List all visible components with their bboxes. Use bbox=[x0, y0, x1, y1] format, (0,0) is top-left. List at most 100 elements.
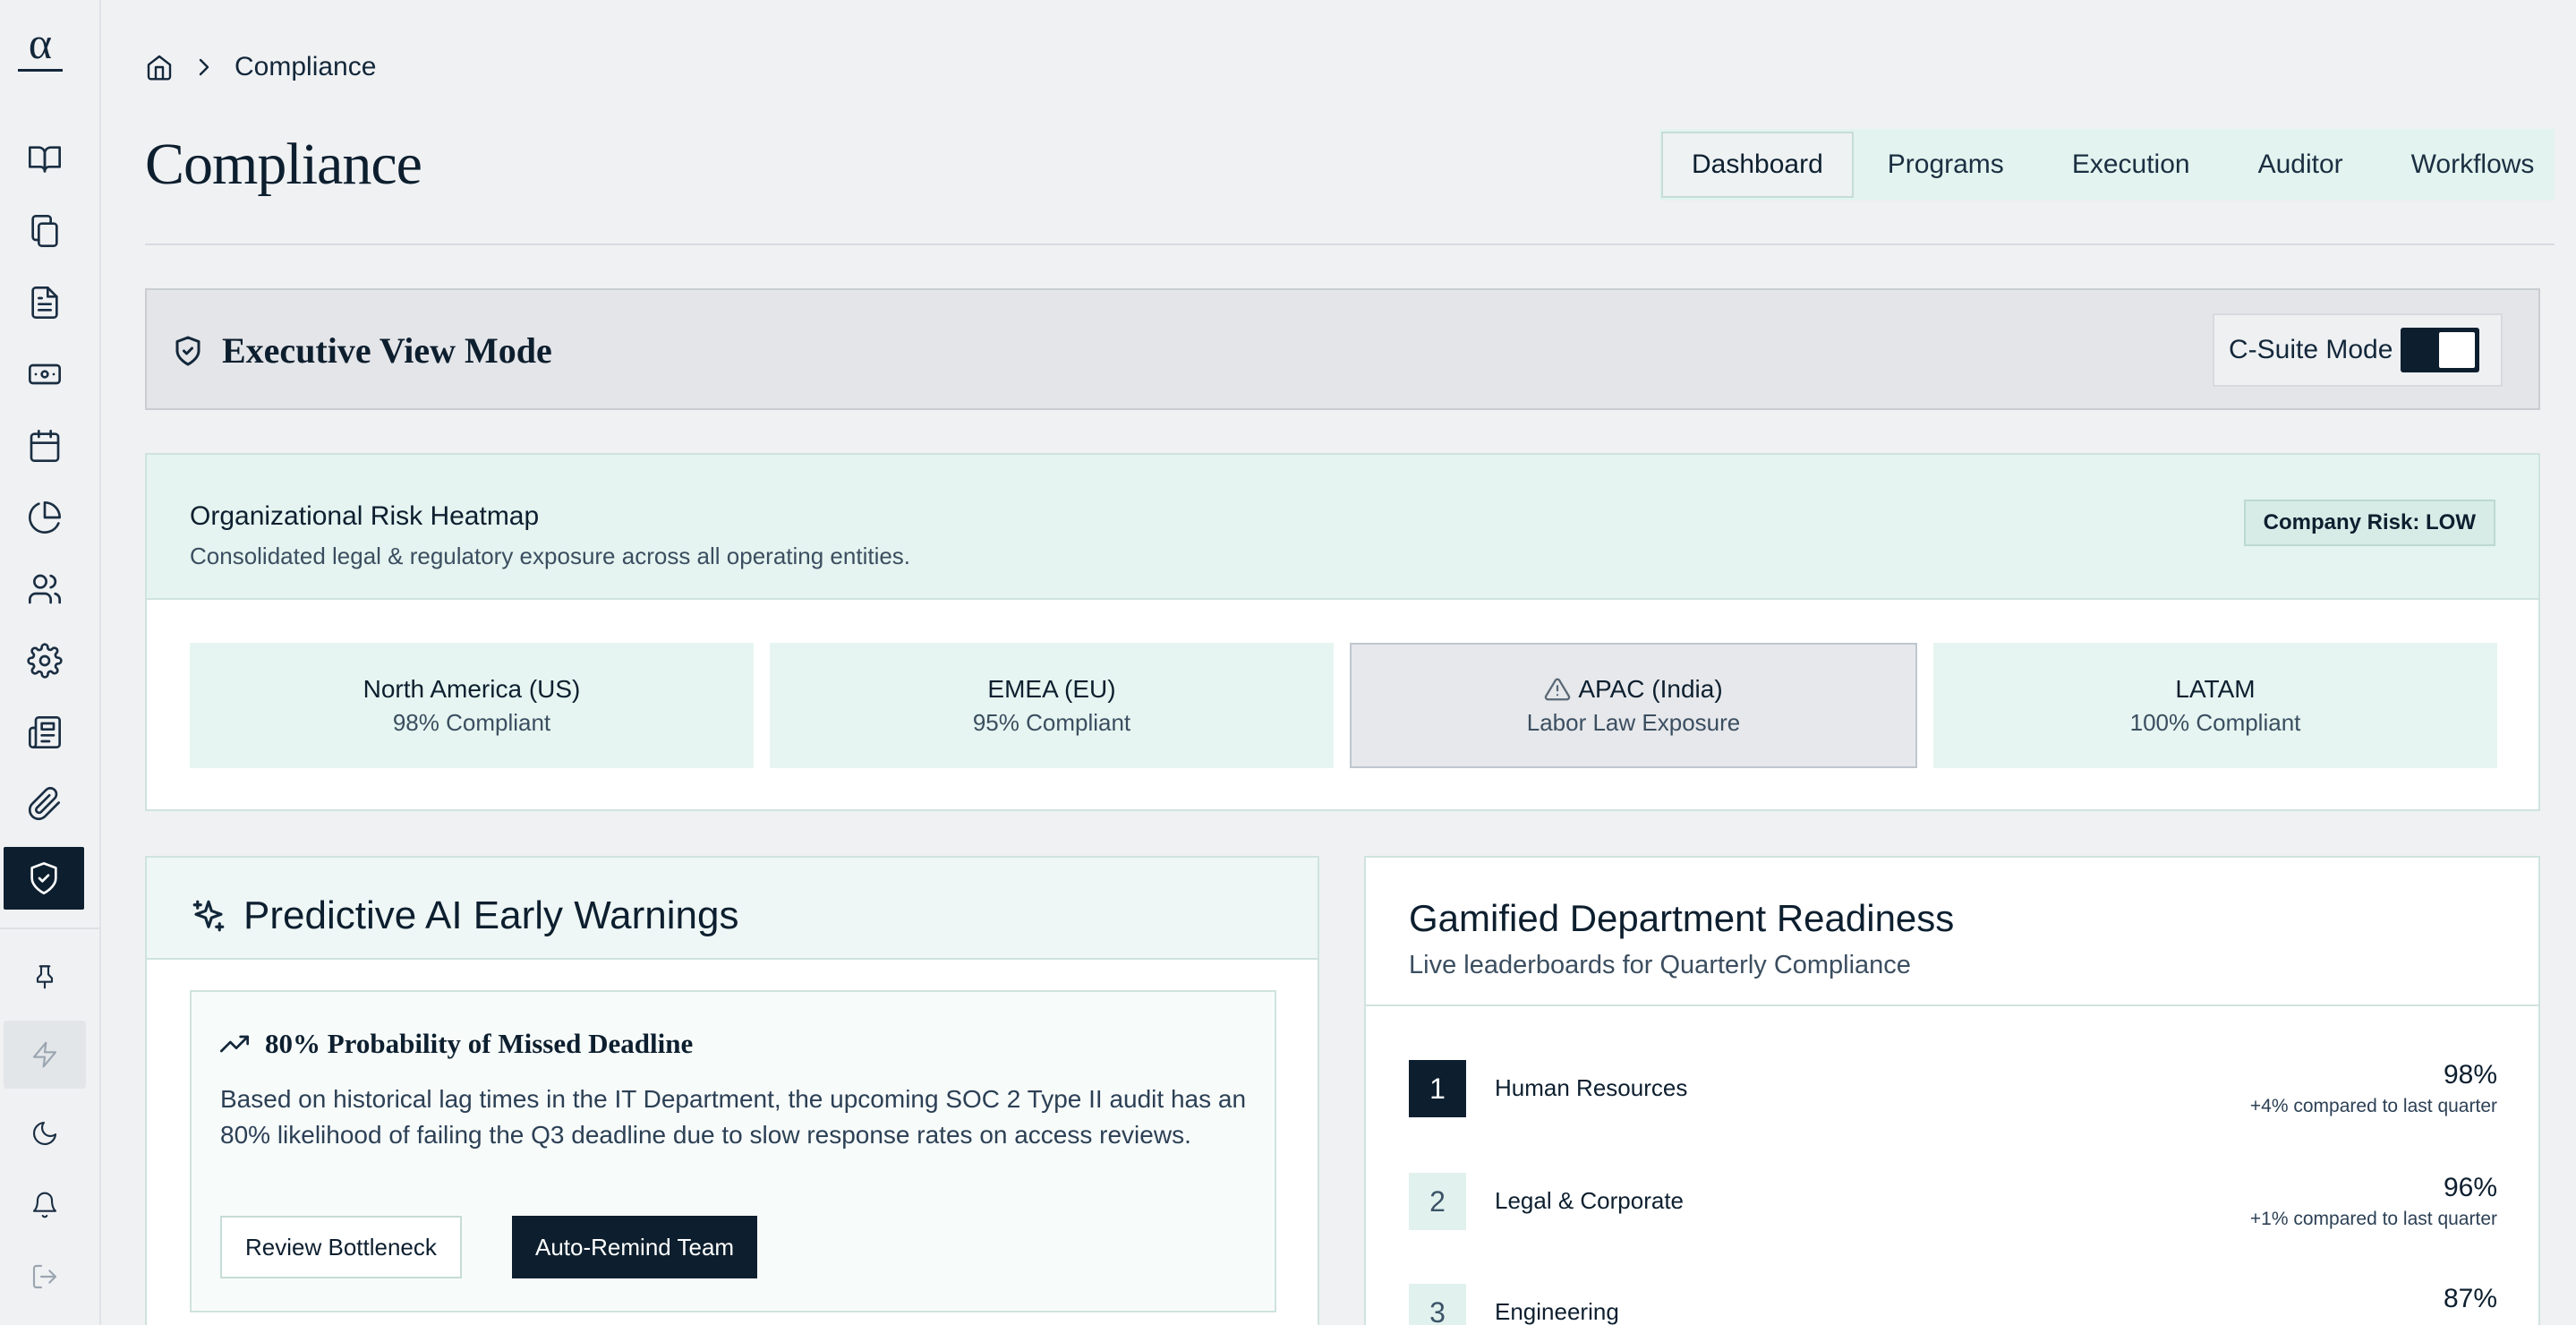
department-delta: +4% compared to last quarter bbox=[2249, 1096, 2497, 1116]
region-name: APAC (India) bbox=[1578, 674, 1723, 703]
ai-warning-heading: 80% Probability of Missed Deadline bbox=[265, 1028, 694, 1059]
header-divider bbox=[145, 244, 2555, 245]
app-logo[interactable]: α bbox=[18, 21, 63, 72]
bolt-icon bbox=[32, 1041, 57, 1068]
csuite-mode-control: C-Suite Mode bbox=[2213, 313, 2503, 387]
department-readiness-title: Gamified Department Readiness bbox=[1409, 897, 1955, 939]
pie-chart-icon bbox=[29, 501, 61, 534]
shield-check-icon bbox=[30, 862, 57, 894]
leaderboard-row[interactable]: 1 Human Resources 98% +4% compared to la… bbox=[1409, 1060, 2497, 1119]
department-readiness-header: Gamified Department Readiness Live leade… bbox=[1366, 858, 2538, 1006]
warning-triangle-icon bbox=[1545, 678, 1571, 700]
risk-heatmap-card: Organizational Risk Heatmap Consolidated… bbox=[145, 453, 2540, 811]
rank-badge: 1 bbox=[1409, 1060, 1466, 1117]
sidebar-item-files[interactable] bbox=[5, 199, 84, 263]
bell-icon bbox=[32, 1192, 57, 1218]
region-tile-latam[interactable]: LATAM 100% Compliant bbox=[1933, 643, 2497, 768]
predictive-ai-card: Predictive AI Early Warnings 80% Probabi… bbox=[145, 856, 1319, 1325]
region-list: North America (US) 98% Compliant EMEA (E… bbox=[190, 643, 2497, 768]
predictive-ai-header: Predictive AI Early Warnings bbox=[147, 858, 1318, 960]
breadcrumb-current: Compliance bbox=[235, 52, 377, 81]
sidebar-item-calendar[interactable] bbox=[5, 414, 84, 478]
sidebar-item-library[interactable] bbox=[5, 127, 84, 192]
toggle-knob bbox=[2439, 332, 2475, 368]
book-open-icon bbox=[29, 146, 61, 173]
sidebar-divider bbox=[0, 928, 99, 929]
predictive-ai-title: Predictive AI Early Warnings bbox=[190, 893, 738, 938]
tab-execution[interactable]: Execution bbox=[2038, 132, 2224, 198]
executive-view-label: Executive View Mode bbox=[222, 330, 552, 371]
paperclip-icon bbox=[28, 787, 60, 821]
department-delta: +1% compared to last quarter bbox=[2249, 1209, 2497, 1229]
sidebar-item-users[interactable] bbox=[5, 557, 84, 621]
region-value: 98% Compliant bbox=[392, 708, 551, 736]
tab-dashboard[interactable]: Dashboard bbox=[1661, 132, 1854, 198]
sidebar-item-settings[interactable] bbox=[5, 628, 84, 693]
department-score: 87% bbox=[2443, 1284, 2497, 1313]
region-tile-emea[interactable]: EMEA (EU) 95% Compliant bbox=[770, 643, 1334, 768]
region-name-row: APAC (India) bbox=[1544, 674, 1723, 704]
sidebar-item-notifications[interactable] bbox=[5, 1173, 84, 1237]
region-value: 100% Compliant bbox=[2129, 708, 2301, 736]
sidebar-item-compliance[interactable] bbox=[4, 847, 84, 910]
sidebar-item-logout[interactable] bbox=[5, 1244, 84, 1309]
ai-warning-title: 80% Probability of Missed Deadline bbox=[220, 1028, 693, 1060]
sidebar-item-analytics[interactable] bbox=[5, 485, 84, 550]
csuite-mode-toggle[interactable] bbox=[2401, 328, 2479, 372]
tab-programs[interactable]: Programs bbox=[1854, 132, 2038, 198]
region-name: LATAM bbox=[2175, 674, 2256, 703]
moon-icon bbox=[33, 1121, 57, 1145]
gear-icon bbox=[27, 643, 63, 679]
department-name: Engineering bbox=[1495, 1298, 1619, 1325]
trending-up-icon bbox=[220, 1035, 249, 1053]
sidebar-item-quick-actions[interactable] bbox=[4, 1021, 86, 1089]
leaderboard-row[interactable]: 2 Legal & Corporate 96% +1% compared to … bbox=[1409, 1173, 2497, 1232]
risk-heatmap-subtitle: Consolidated legal & regulatory exposure… bbox=[190, 543, 911, 569]
region-value: Labor Law Exposure bbox=[1526, 708, 1741, 736]
page-title: Compliance bbox=[145, 132, 422, 197]
department-name: Legal & Corporate bbox=[1495, 1187, 1685, 1214]
shield-check-icon bbox=[175, 336, 200, 365]
department-readiness-subtitle: Live leaderboards for Quarterly Complian… bbox=[1409, 951, 1911, 979]
region-tile-north-america[interactable]: North America (US) 98% Compliant bbox=[190, 643, 754, 768]
region-name: North America (US) bbox=[363, 674, 581, 703]
department-score: 98% bbox=[2443, 1060, 2497, 1090]
document-icon bbox=[31, 286, 58, 319]
home-icon[interactable] bbox=[145, 53, 174, 81]
sidebar-item-news[interactable] bbox=[5, 700, 84, 765]
users-icon bbox=[29, 574, 62, 604]
sidebar-item-attachments[interactable] bbox=[5, 772, 84, 836]
region-name: EMEA (EU) bbox=[987, 674, 1116, 703]
company-risk-badge: Company Risk: LOW bbox=[2243, 500, 2495, 546]
chevron-right-icon bbox=[199, 58, 209, 76]
rank-badge: 2 bbox=[1409, 1173, 1466, 1230]
department-score: 96% bbox=[2443, 1173, 2497, 1202]
sparkles-icon bbox=[192, 900, 225, 932]
risk-heatmap-header: Organizational Risk Heatmap Consolidated… bbox=[147, 455, 2538, 600]
calendar-icon bbox=[30, 430, 60, 462]
review-bottleneck-button[interactable]: Review Bottleneck bbox=[220, 1216, 462, 1278]
sidebar-item-documents[interactable] bbox=[5, 270, 84, 335]
predictive-ai-label: Predictive AI Early Warnings bbox=[243, 893, 739, 937]
tab-workflows[interactable]: Workflows bbox=[2377, 132, 2569, 198]
executive-view-title: Executive View Mode bbox=[172, 329, 552, 372]
logout-icon bbox=[32, 1264, 57, 1289]
tab-auditor[interactable]: Auditor bbox=[2224, 132, 2377, 198]
files-icon bbox=[31, 215, 58, 247]
sidebar-item-pin[interactable] bbox=[5, 944, 84, 1008]
risk-heatmap-title: Organizational Risk Heatmap bbox=[190, 501, 540, 531]
sidebar-item-billing[interactable] bbox=[5, 342, 84, 406]
auto-remind-team-button[interactable]: Auto-Remind Team bbox=[512, 1216, 758, 1278]
tab-bar: Dashboard Programs Execution Auditor Wor… bbox=[1659, 129, 2555, 201]
region-value: 95% Compliant bbox=[972, 708, 1131, 736]
csuite-mode-label: C-Suite Mode bbox=[2229, 335, 2393, 364]
banknote-icon bbox=[29, 363, 61, 385]
region-tile-apac[interactable]: APAC (India) Labor Law Exposure bbox=[1350, 643, 1917, 768]
sidebar-item-dark-mode[interactable] bbox=[5, 1101, 84, 1166]
rank-badge: 3 bbox=[1409, 1284, 1466, 1325]
sidebar: α bbox=[0, 0, 101, 1325]
department-readiness-card: Gamified Department Readiness Live leade… bbox=[1364, 856, 2540, 1325]
leaderboard-row[interactable]: 3 Engineering 87% bbox=[1409, 1284, 2497, 1325]
ai-warning-item: 80% Probability of Missed Deadline Based… bbox=[190, 990, 1276, 1312]
ai-warning-body: Based on historical lag times in the IT … bbox=[220, 1085, 1247, 1149]
